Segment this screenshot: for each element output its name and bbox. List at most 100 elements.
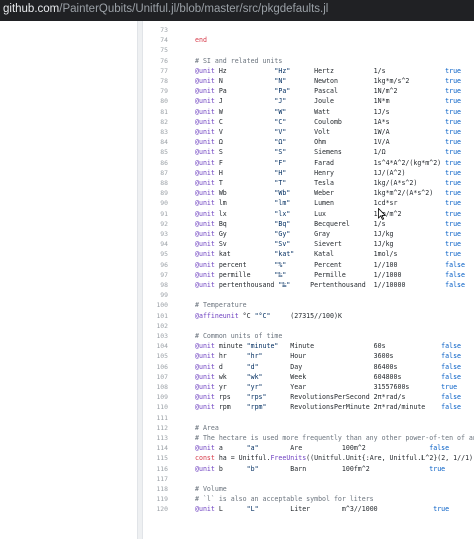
line-number[interactable]: 98 [143, 281, 173, 290]
code-line: @unit rps "rps" RevolutionsPerSecond 2π*… [195, 393, 474, 402]
code-token: Wb [214, 189, 275, 198]
code-token: @unit [195, 189, 215, 198]
code-line: end [195, 36, 474, 45]
line-number[interactable]: 119 [143, 495, 173, 504]
line-number[interactable]: 93 [143, 230, 173, 239]
line-number[interactable]: 100 [143, 301, 173, 310]
code-token: Joule 1N*m [286, 97, 446, 106]
line-number[interactable]: 82 [143, 118, 173, 127]
line-number[interactable]: 81 [143, 108, 173, 117]
line-number[interactable]: 90 [143, 199, 173, 208]
code-token: true [445, 199, 462, 208]
code-line: const ha = Unitful.FreeUnits((Unitful.Un… [195, 454, 474, 463]
code-token: true [433, 505, 450, 514]
line-number[interactable]: 106 [143, 363, 173, 372]
line-number[interactable]: 84 [143, 138, 173, 147]
line-number[interactable]: 113 [143, 434, 173, 443]
line-number[interactable]: 103 [143, 332, 173, 341]
code-token: minute [214, 342, 247, 351]
code-token: false [445, 270, 465, 279]
line-number[interactable]: 117 [143, 475, 173, 484]
line-number[interactable]: 111 [143, 414, 173, 423]
address-domain: github.com [3, 3, 60, 15]
code-token: end [195, 36, 207, 45]
line-number[interactable]: 112 [143, 424, 173, 433]
line-number[interactable]: 88 [143, 179, 173, 188]
line-number[interactable]: 85 [143, 148, 173, 157]
line-number[interactable]: 86 [143, 159, 173, 168]
line-number[interactable]: 96 [143, 261, 173, 270]
line-number[interactable]: 94 [143, 240, 173, 249]
code-token: a [214, 444, 247, 453]
line-number[interactable]: 118 [143, 485, 173, 494]
line-number[interactable]: 79 [143, 87, 173, 96]
line-number[interactable]: 83 [143, 128, 173, 137]
code-token: Lux 1lm/m^2 [290, 209, 446, 218]
line-number[interactable]: 77 [143, 67, 173, 76]
line-number[interactable]: 101 [143, 312, 173, 321]
code-token: T [214, 179, 275, 187]
code-line: @unit permille "‰" Permille 1//1000 fals… [195, 271, 474, 280]
line-number[interactable]: 109 [143, 393, 173, 402]
line-number[interactable]: 107 [143, 373, 173, 382]
code-token: "Ω" [274, 138, 287, 147]
line-number[interactable]: 74 [143, 36, 173, 45]
line-number[interactable]: 115 [143, 454, 173, 463]
code-token: ((Unitful.Unit{:Are, Unitful.𝐋^2}(2, 1//… [306, 454, 474, 463]
line-number[interactable]: 75 [143, 46, 173, 55]
line-number[interactable]: 120 [143, 505, 173, 514]
code-token: N [214, 77, 275, 85]
code-token: @unit [195, 230, 215, 238]
line-number[interactable]: 76 [143, 57, 173, 66]
code-token: true [429, 464, 446, 473]
code-token: @unit [195, 352, 215, 361]
line-number[interactable]: 78 [143, 77, 173, 86]
code-token: "S" [274, 148, 287, 157]
address-bar[interactable]: github.com/PainterQubits/Unitful.jl/blob… [0, 0, 474, 21]
line-number[interactable]: 104 [143, 342, 173, 351]
code-token: "W" [274, 107, 287, 116]
code-token: F [214, 158, 275, 167]
line-number[interactable]: 99 [143, 291, 173, 300]
code-token: # Area [195, 423, 219, 432]
code-token: "H" [274, 168, 287, 177]
code-line: @affineunit °C "°C" (27315//100)K [195, 312, 474, 321]
line-number[interactable]: 87 [143, 169, 173, 178]
code-token: Year 31557600s [262, 383, 442, 391]
line-number[interactable]: 108 [143, 383, 173, 392]
line-number[interactable]: 73 [143, 26, 173, 35]
line-number[interactable]: 110 [143, 403, 173, 412]
line-number[interactable]: 116 [143, 465, 173, 474]
code-token: "V" [274, 128, 287, 136]
code-token: °C [238, 311, 255, 320]
line-number[interactable]: 91 [143, 210, 173, 219]
code-line: @unit percent "%" Percent 1//100 false [195, 261, 474, 270]
code-token: "Sv" [274, 240, 291, 249]
code-token: Sievert 1J/kg [290, 240, 446, 249]
line-number[interactable]: 92 [143, 220, 173, 229]
code-token: # Volume [195, 485, 227, 493]
code-token: # Common units of time [195, 332, 283, 340]
line-number[interactable]: 105 [143, 352, 173, 361]
code-token: false [441, 393, 462, 402]
code-token: true [445, 189, 462, 198]
code-token: true [445, 219, 462, 228]
line-number[interactable]: 80 [143, 97, 173, 106]
code-token: Are 100m^2 [258, 444, 430, 453]
code-token: @unit [195, 342, 215, 351]
code-line: @unit rpm "rpm" RevolutionsPerMinute 2π*… [195, 403, 474, 412]
line-number[interactable]: 114 [143, 444, 173, 453]
code-token: @unit [195, 87, 215, 96]
code-token: @unit [195, 66, 215, 75]
code-token: @unit [195, 219, 215, 228]
line-number[interactable]: 95 [143, 250, 173, 259]
code-line: @unit Sv "Sv" Sievert 1J/kg true [195, 240, 474, 249]
code-token: "kat" [274, 250, 295, 259]
code-line: @unit pertenthousand "‱" Pertenthousand … [195, 281, 474, 290]
code-token: percent [214, 260, 275, 269]
line-number[interactable]: 97 [143, 271, 173, 280]
line-number[interactable]: 102 [143, 322, 173, 331]
line-number[interactable]: 89 [143, 189, 173, 198]
